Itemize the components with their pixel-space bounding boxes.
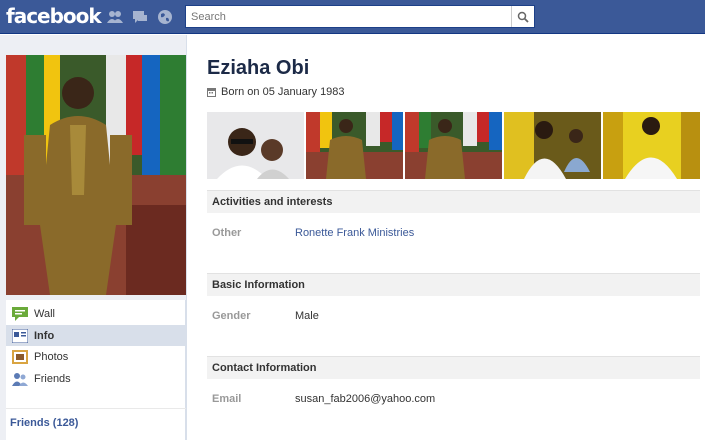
nav-item-friends[interactable]: Friends bbox=[6, 368, 186, 389]
photo-strip bbox=[207, 112, 700, 179]
birth-info: Born on 05 January 1983 bbox=[207, 86, 345, 98]
section-title: Activities and interests bbox=[207, 190, 700, 213]
info-icon bbox=[12, 328, 28, 343]
row-value-link[interactable]: Ronette Frank Ministries bbox=[295, 227, 414, 239]
row-value: susan_fab2006@yahoo.com bbox=[295, 393, 436, 405]
nav-item-info[interactable]: Info bbox=[6, 325, 186, 346]
section-title: Contact Information bbox=[207, 356, 700, 379]
section-basic-information: Basic Information Gender Male bbox=[207, 273, 700, 336]
photo-thumbnail[interactable] bbox=[504, 112, 601, 179]
nav-item-label: Photos bbox=[34, 350, 69, 363]
photo-thumbnail[interactable] bbox=[306, 112, 403, 179]
search-input[interactable] bbox=[186, 6, 506, 27]
wall-icon bbox=[12, 306, 28, 321]
profile-name: Eziaha Obi bbox=[207, 57, 310, 79]
search-box bbox=[185, 5, 535, 28]
info-row: Other Ronette Frank Ministries bbox=[207, 213, 700, 253]
nav-item-photos[interactable]: Photos bbox=[6, 346, 186, 367]
facebook-logo[interactable]: facebook bbox=[6, 4, 102, 28]
nav-item-label: Friends bbox=[34, 372, 71, 385]
main-content: Eziaha Obi Born on 05 January 1983 Activ… bbox=[186, 35, 705, 440]
friends-count-link[interactable]: Friends (128) bbox=[10, 417, 78, 429]
friend-requests-icon[interactable] bbox=[107, 9, 123, 25]
left-column: Wall Info Photos Friends Friends (128) bbox=[0, 35, 186, 440]
row-label: Email bbox=[212, 393, 242, 405]
section-title: Basic Information bbox=[207, 273, 700, 296]
section-activities: Activities and interests Other Ronette F… bbox=[207, 190, 700, 253]
row-label: Other bbox=[212, 227, 242, 239]
nav-item-wall[interactable]: Wall bbox=[6, 303, 186, 324]
info-row: Gender Male bbox=[207, 296, 700, 336]
nav-item-label: Wall bbox=[34, 307, 55, 320]
photos-icon bbox=[12, 349, 28, 364]
section-contact-information: Contact Information Email susan_fab2006@… bbox=[207, 356, 700, 419]
birth-date: Born on 05 January 1983 bbox=[221, 86, 345, 98]
info-row: Email susan_fab2006@yahoo.com bbox=[207, 379, 700, 419]
friends-icon bbox=[12, 372, 28, 386]
photo-thumbnail[interactable] bbox=[405, 112, 502, 179]
messages-icon[interactable] bbox=[132, 9, 148, 25]
profile-picture[interactable] bbox=[6, 55, 186, 295]
top-bar: facebook bbox=[0, 0, 705, 34]
nav-item-label: Info bbox=[34, 329, 55, 342]
row-label: Gender bbox=[212, 310, 251, 322]
row-value: Male bbox=[295, 310, 319, 322]
left-nav: Wall Info Photos Friends Friends (128) bbox=[6, 300, 186, 440]
divider bbox=[6, 408, 186, 409]
search-icon bbox=[517, 11, 529, 23]
photo-thumbnail[interactable] bbox=[207, 112, 304, 179]
search-button[interactable] bbox=[511, 6, 534, 27]
calendar-icon bbox=[207, 87, 216, 97]
notifications-globe-icon[interactable] bbox=[157, 9, 173, 25]
photo-thumbnail[interactable] bbox=[603, 112, 700, 179]
